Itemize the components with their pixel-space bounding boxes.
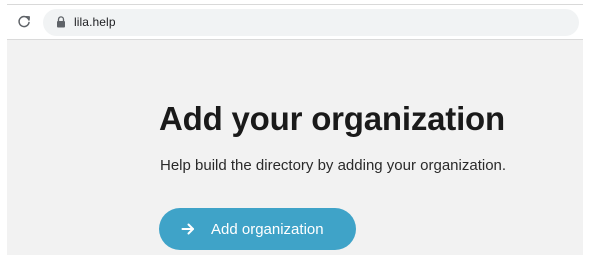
page-content: Add your organization Help build the dir… [7, 40, 583, 255]
page-title: Add your organization [159, 100, 505, 137]
page-description: Help build the directory by adding your … [160, 157, 507, 174]
lock-icon[interactable] [56, 16, 66, 28]
add-organization-label: Add organization [211, 220, 324, 238]
reload-button[interactable] [13, 11, 35, 33]
url-bar[interactable]: lila.help [43, 9, 579, 36]
browser-window: lila.help Add your organization Help bui… [7, 4, 583, 255]
browser-address-bar: lila.help [7, 4, 583, 40]
url-text[interactable]: lila.help [74, 15, 116, 29]
add-organization-button[interactable]: Add organization [159, 208, 356, 250]
reload-icon [18, 15, 30, 28]
arrow-right-icon [181, 223, 194, 235]
